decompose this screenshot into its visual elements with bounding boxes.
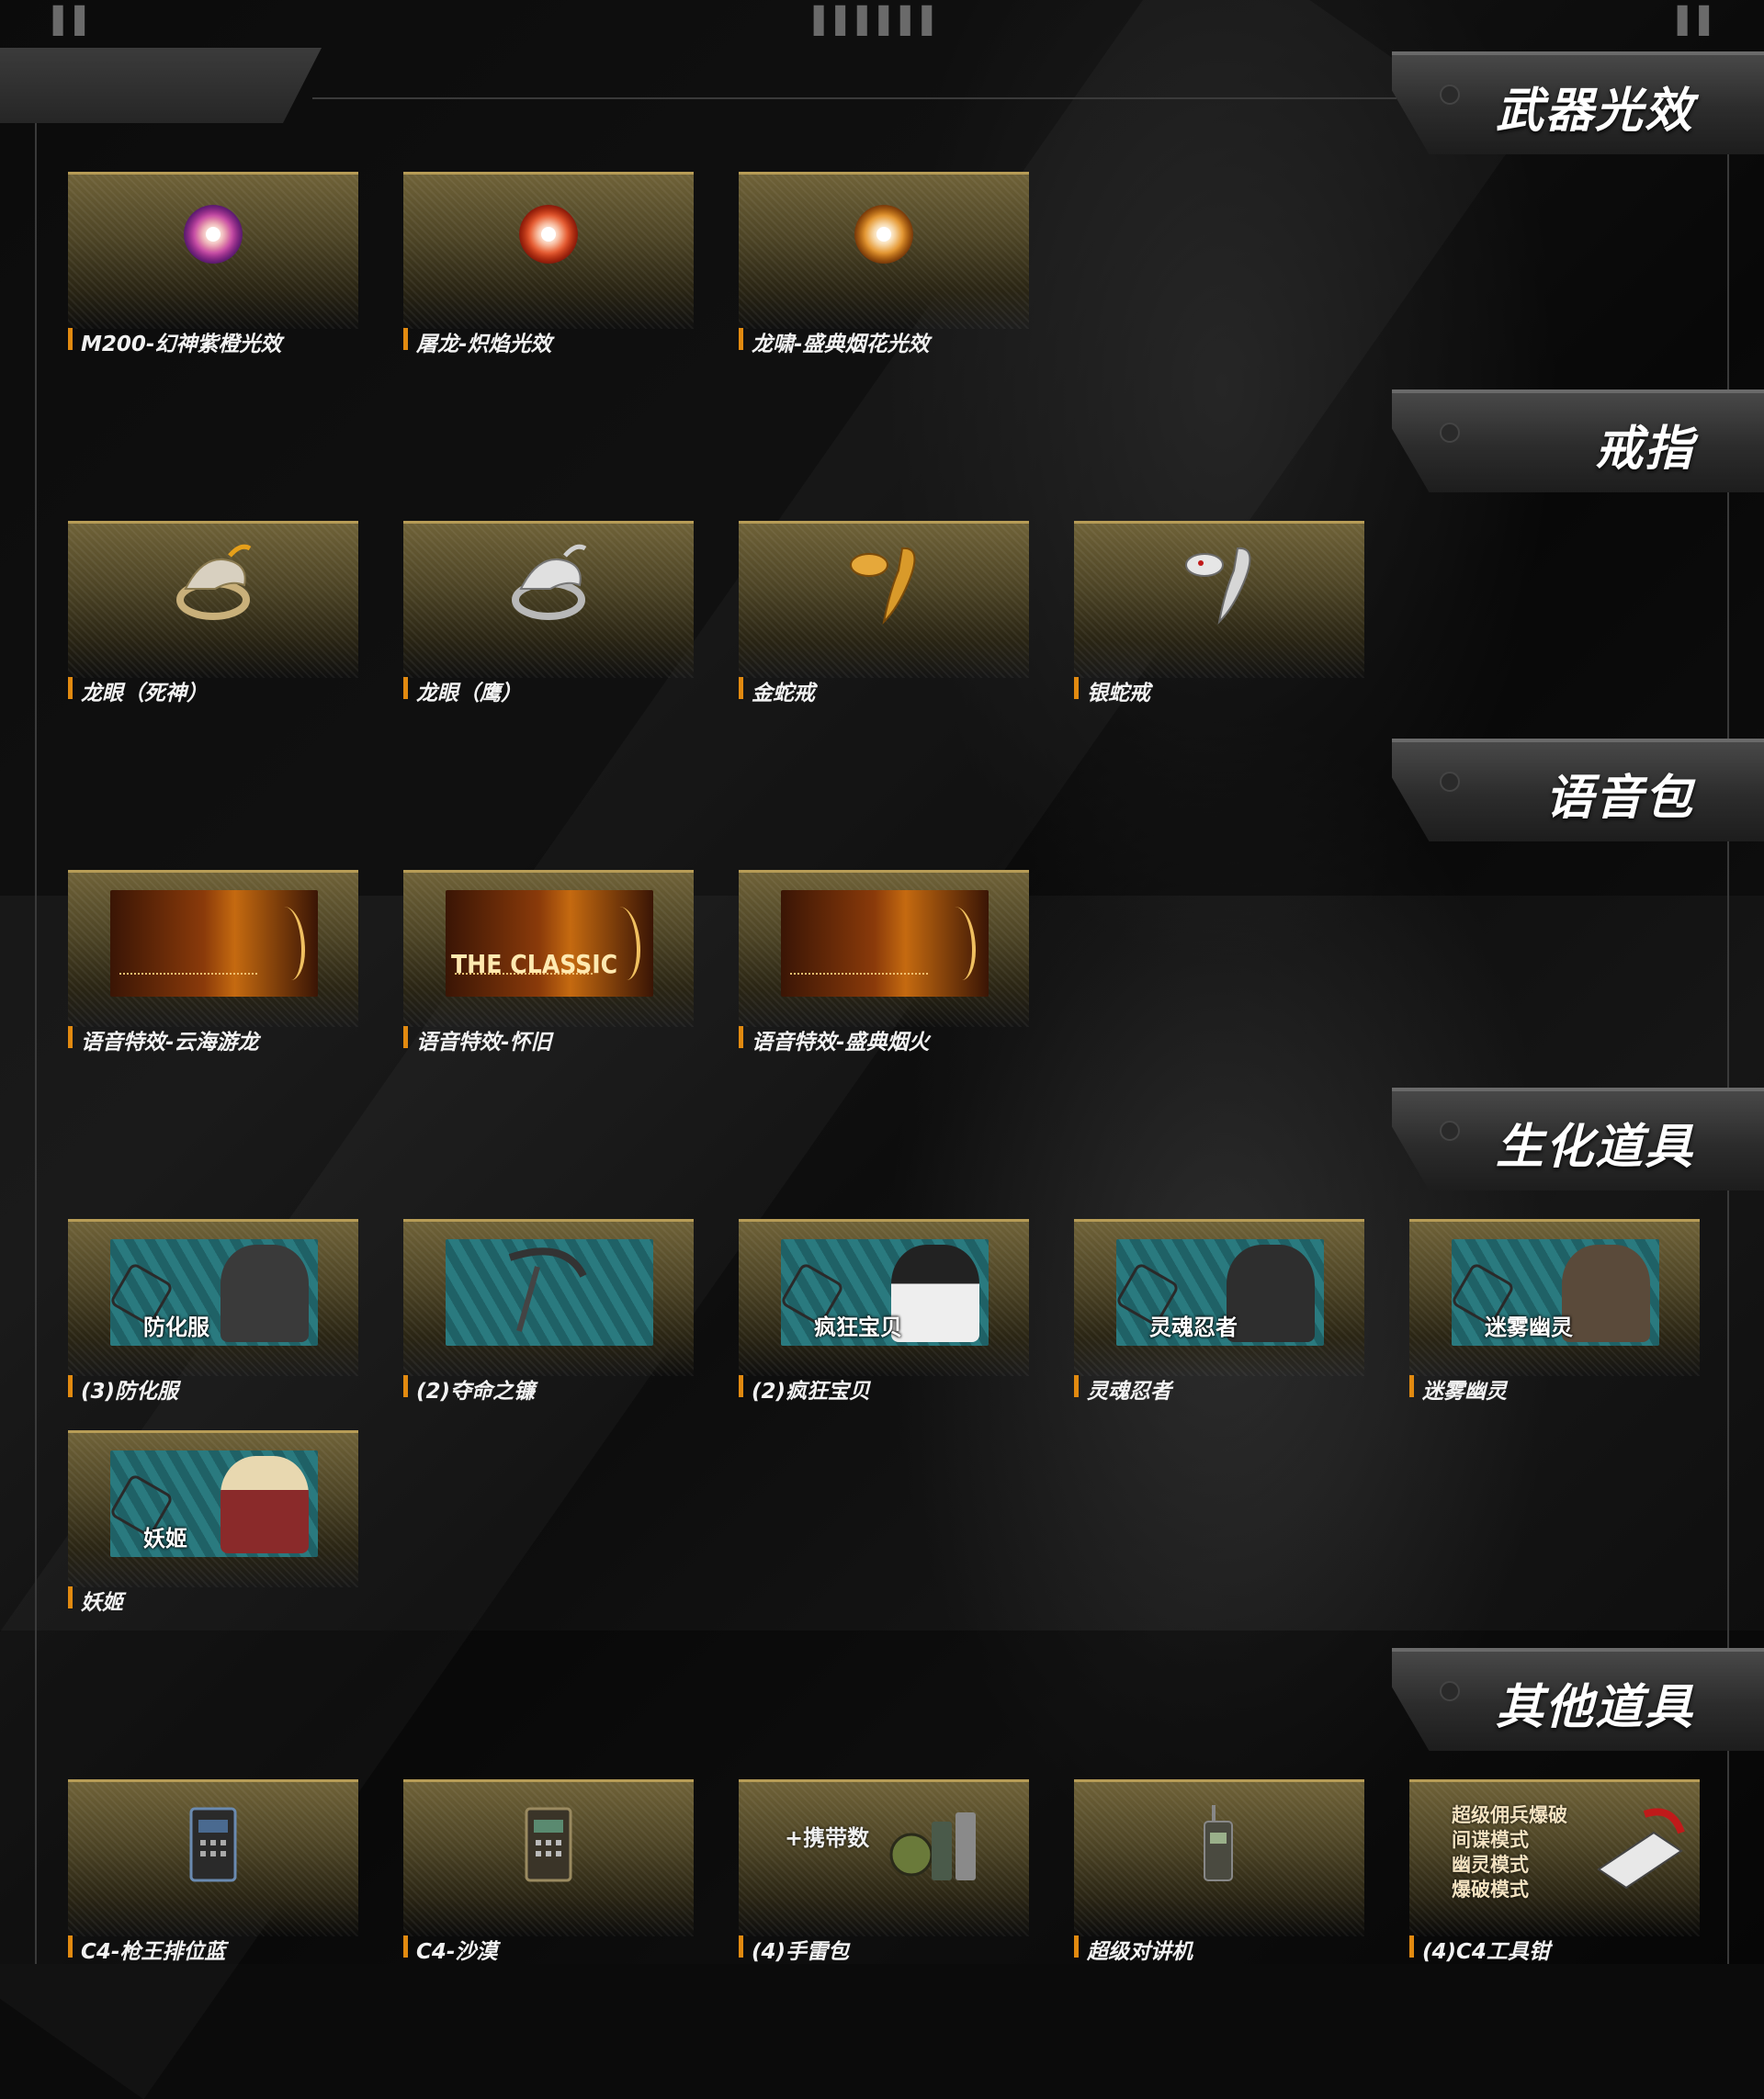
top-mark-left: ▌▌ — [53, 6, 97, 36]
top-mark-center: ▌▌▌▌▌▌ — [814, 6, 944, 36]
voice-firework-thumb — [781, 890, 989, 997]
bolt-icon — [1440, 423, 1460, 443]
thumb-caption: 防化服 — [143, 1315, 209, 1340]
dragon-ring-gold-icon — [176, 544, 252, 620]
item-card[interactable]: THE CLASSIC 语音特效-怀旧 — [403, 870, 694, 1074]
thumb-caption: THE CLASSIC — [451, 949, 618, 979]
soul-ninja-thumb: 灵魂忍者 — [1116, 1239, 1324, 1346]
orange-firework-glow-icon — [838, 194, 930, 276]
item-card[interactable]: C4-枪王排位蓝 — [68, 1779, 358, 1983]
thumb-caption: 疯狂宝贝 — [814, 1315, 902, 1340]
scythe-thumb — [446, 1239, 653, 1346]
item-label: 语音特效-怀旧 — [416, 1031, 552, 1055]
item-label: (3)防化服 — [81, 1380, 179, 1404]
section-title: 武器光效 — [1495, 84, 1694, 139]
siren-thumb: 妖姬 — [110, 1450, 318, 1557]
bolt-icon — [1440, 85, 1460, 105]
item-card[interactable]: M200-幻神紫橙光效 — [68, 172, 358, 376]
grenade-pack-icon — [889, 1812, 976, 1880]
item-label: 金蛇戒 — [752, 682, 815, 705]
item-card[interactable]: 超级对讲机 — [1074, 1779, 1364, 1983]
item-label: C4-枪王排位蓝 — [81, 1940, 226, 1964]
item-label: (4)C4工具钳 — [1422, 1940, 1550, 1964]
item-label: (2)夺命之镰 — [416, 1380, 536, 1404]
item-card[interactable]: 龙啸-盛典烟花光效 — [739, 172, 1029, 376]
item-label: (2)疯狂宝贝 — [752, 1380, 871, 1404]
item-card[interactable]: 妖姬 妖姬 — [68, 1430, 358, 1634]
item-card[interactable]: 灵魂忍者 灵魂忍者 — [1074, 1219, 1364, 1423]
item-label: (4)手雷包 — [752, 1940, 850, 1964]
item-label: 龙眼（鹰） — [416, 682, 522, 705]
mist-ghost-thumb: 迷雾幽灵 — [1452, 1239, 1659, 1346]
section-title: 语音包 — [1544, 771, 1694, 826]
top-mark-right: ▌▌ — [1678, 6, 1722, 36]
red-flame-glow-icon — [503, 194, 594, 276]
item-card[interactable]: 语音特效-盛典烟火 — [739, 870, 1029, 1074]
section-banner-bio-items: 生化道具 — [1392, 1088, 1764, 1191]
walkie-talkie-icon — [1204, 1805, 1233, 1881]
item-label: 龙啸-盛典烟花光效 — [752, 333, 930, 356]
caption-line: 幽灵模式 — [1452, 1854, 1529, 1876]
bolt-icon — [1440, 1121, 1460, 1141]
item-card[interactable]: 超级佣兵爆破 间谍模式 幽灵模式 爆破模式 (4)C4工具钳 — [1409, 1779, 1700, 1983]
c4-desert-icon — [525, 1807, 572, 1882]
item-card[interactable]: 金蛇戒 — [739, 521, 1029, 725]
item-label: 妖姬 — [81, 1591, 123, 1615]
item-caption: +携带数 — [785, 1825, 870, 1851]
item-label: C4-沙漠 — [416, 1940, 498, 1964]
item-label: 屠龙-炽焰光效 — [416, 333, 552, 356]
left-header-tab — [0, 48, 322, 123]
thumb-caption: 迷雾幽灵 — [1485, 1315, 1573, 1340]
dragon-ring-silver-icon — [512, 544, 587, 620]
item-caption-list: 超级佣兵爆破 间谍模式 幽灵模式 爆破模式 — [1452, 1803, 1567, 1902]
item-card[interactable]: 银蛇戒 — [1074, 521, 1364, 725]
item-card[interactable]: 防化服 (3)防化服 — [68, 1219, 358, 1423]
item-label: 语音特效-盛典烟火 — [752, 1031, 930, 1055]
purple-orange-glow-icon — [167, 194, 259, 276]
section-banner-weapon-effects: 武器光效 — [1392, 51, 1764, 154]
section-title: 生化道具 — [1495, 1120, 1694, 1175]
crazy-baby-thumb: 疯狂宝贝 — [781, 1239, 989, 1346]
caption-line: 间谍模式 — [1452, 1829, 1529, 1851]
bolt-icon — [1440, 772, 1460, 792]
item-card[interactable]: 龙眼（鹰） — [403, 521, 694, 725]
item-label: 迷雾幽灵 — [1422, 1380, 1507, 1404]
item-card[interactable]: +携带数 (4)手雷包 — [739, 1779, 1029, 1983]
hazmat-suit-thumb: 防化服 — [110, 1239, 318, 1346]
section-banner-other-items: 其他道具 — [1392, 1648, 1764, 1751]
section-banner-rings: 戒指 — [1392, 389, 1764, 492]
item-card[interactable]: 疯狂宝贝 (2)疯狂宝贝 — [739, 1219, 1029, 1423]
item-label: 银蛇戒 — [1087, 682, 1150, 705]
silver-snake-ring-icon — [1185, 547, 1251, 625]
section-title: 戒指 — [1594, 422, 1694, 477]
c4-pliers-icon — [1597, 1808, 1685, 1890]
item-card[interactable]: 屠龙-炽焰光效 — [403, 172, 694, 376]
item-label: 超级对讲机 — [1087, 1940, 1193, 1964]
thumb-caption: 灵魂忍者 — [1149, 1315, 1238, 1340]
c4-blue-icon — [189, 1807, 237, 1882]
caption-line: 超级佣兵爆破 — [1452, 1804, 1567, 1826]
item-label: 灵魂忍者 — [1087, 1380, 1171, 1404]
section-title: 其他道具 — [1495, 1680, 1694, 1735]
header-rule — [312, 97, 1396, 99]
item-card[interactable]: 语音特效-云海游龙 — [68, 870, 358, 1074]
item-card[interactable]: (2)夺命之镰 — [403, 1219, 694, 1423]
gold-snake-ring-icon — [850, 547, 916, 625]
caption-line: 爆破模式 — [1452, 1879, 1529, 1901]
item-label: M200-幻神紫橙光效 — [81, 333, 282, 356]
item-label: 龙眼（死神） — [81, 682, 208, 705]
thumb-caption: 妖姬 — [143, 1526, 187, 1552]
section-banner-voice-packs: 语音包 — [1392, 739, 1764, 841]
bolt-icon — [1440, 1681, 1460, 1701]
item-card[interactable]: 龙眼（死神） — [68, 521, 358, 725]
voice-dragon-thumb — [110, 890, 318, 997]
item-card[interactable]: C4-沙漠 — [403, 1779, 694, 1983]
item-card[interactable]: 迷雾幽灵 迷雾幽灵 — [1409, 1219, 1700, 1423]
item-label: 语音特效-云海游龙 — [81, 1031, 259, 1055]
left-frame-line — [35, 123, 37, 1964]
voice-classic-thumb: THE CLASSIC — [446, 890, 653, 997]
